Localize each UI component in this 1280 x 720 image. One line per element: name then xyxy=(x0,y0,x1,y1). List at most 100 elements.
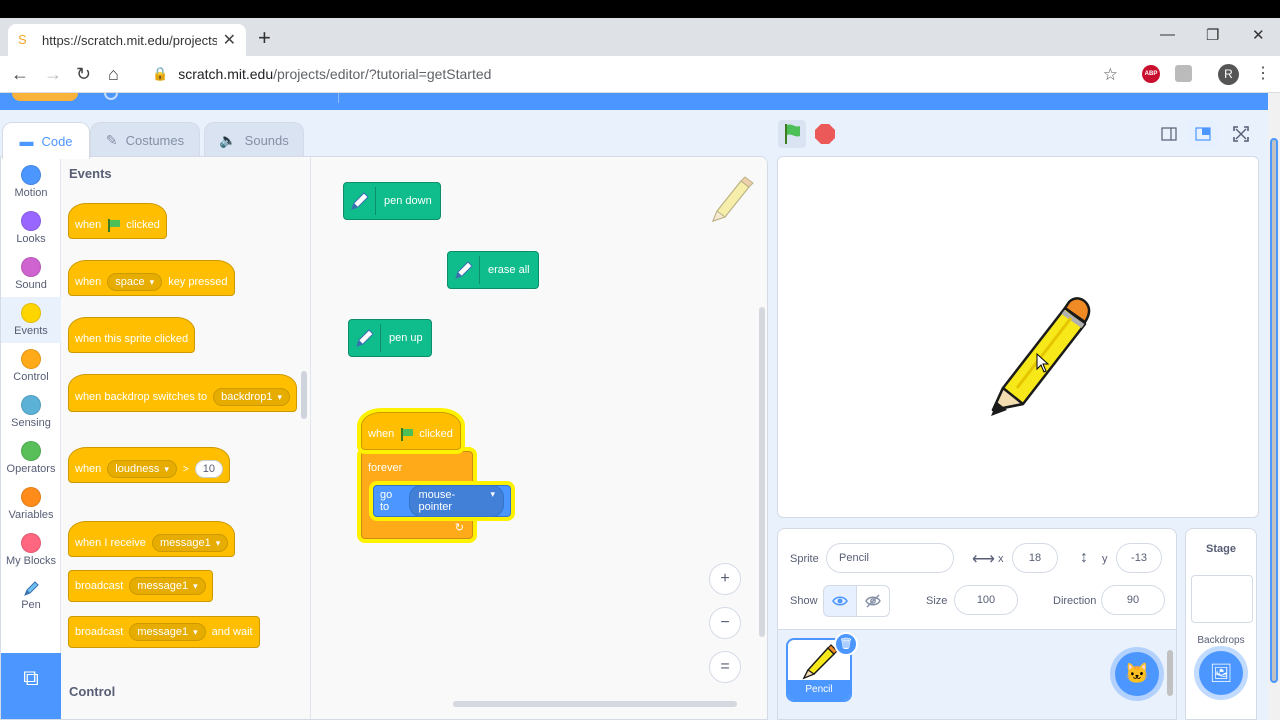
language-globe-icon[interactable] xyxy=(104,93,118,100)
normal-stage-icon xyxy=(1195,127,1211,141)
block-text: when this sprite clicked xyxy=(75,333,189,345)
zoom-reset-button[interactable]: = xyxy=(709,651,741,683)
tab-code-label: Code xyxy=(41,133,73,149)
category-control[interactable]: Control xyxy=(1,343,61,389)
green-flag-button[interactable] xyxy=(778,120,806,148)
sensor-dropdown[interactable]: loudness xyxy=(107,460,177,478)
address-bar[interactable]: 🔒 scratch.mit.edu/projects/editor/?tutor… xyxy=(140,59,1130,89)
y-position-input[interactable]: -13 xyxy=(1116,543,1162,573)
block-text: when backdrop switches to xyxy=(75,391,208,403)
scratch-logo[interactable] xyxy=(12,93,78,101)
cat-add-icon: 🐱 xyxy=(1124,663,1150,685)
block-broadcast[interactable]: broadcast message1 xyxy=(68,570,213,602)
category-motion[interactable]: Motion xyxy=(1,159,61,205)
stage-thumbnail[interactable] xyxy=(1191,575,1253,623)
block-pen-up[interactable]: pen up xyxy=(348,319,432,357)
category-dot xyxy=(21,165,41,185)
category-variables[interactable]: Variables xyxy=(1,481,61,527)
loudness-input[interactable]: 10 xyxy=(194,460,223,478)
size-input[interactable]: 100 xyxy=(954,585,1018,615)
green-flag-icon xyxy=(107,218,121,232)
y-position-icon: ↕ xyxy=(1080,549,1088,566)
profile-avatar[interactable]: R xyxy=(1218,64,1239,85)
minimize-icon[interactable]: — xyxy=(1160,26,1175,43)
tab-costumes[interactable]: ✎ Costumes xyxy=(90,122,200,158)
stage-selector[interactable]: Stage Backdrops 🖼 xyxy=(1185,528,1257,720)
choose-sprite-button[interactable]: 🐱 xyxy=(1115,652,1159,696)
workspace-vertical-scrollbar[interactable] xyxy=(759,307,765,637)
category-label: Operators xyxy=(6,463,56,475)
choose-backdrop-button[interactable]: 🖼 xyxy=(1199,651,1243,695)
block-palette: Events whenclicked whenspacekey pressed … xyxy=(61,157,311,719)
zoom-out-button[interactable]: − xyxy=(709,607,741,639)
go-to-target-dropdown[interactable]: mouse-pointer xyxy=(409,485,504,517)
workspace-horizontal-scrollbar[interactable] xyxy=(453,701,737,707)
palette-scrollbar[interactable] xyxy=(301,371,307,419)
restore-icon[interactable]: ❐ xyxy=(1206,26,1219,44)
category-label: Control xyxy=(13,371,49,383)
back-icon[interactable]: ← xyxy=(11,63,29,85)
show-sprite-button[interactable] xyxy=(823,585,857,617)
script-workspace[interactable]: pen down erase all pen up forever ↻ when… xyxy=(311,157,767,719)
category-my-blocks[interactable]: My Blocks xyxy=(1,527,61,573)
block-when-flag-clicked[interactable]: when clicked xyxy=(68,203,167,239)
block-when-flag-clicked-script[interactable]: when clicked xyxy=(361,412,461,450)
message-dropdown[interactable]: message1 xyxy=(129,577,206,595)
category-sound[interactable]: Sound xyxy=(1,251,61,297)
key-dropdown[interactable]: space xyxy=(107,273,163,291)
stop-button[interactable] xyxy=(815,124,835,144)
home-icon[interactable]: ⌂ xyxy=(108,63,119,85)
normal-stage-button[interactable] xyxy=(1188,120,1218,148)
category-pen[interactable]: Pen xyxy=(1,573,61,619)
tab-sounds[interactable]: 🔈 Sounds xyxy=(204,122,304,158)
message-dropdown[interactable]: message1 xyxy=(151,534,229,552)
block-broadcast-and-wait[interactable]: broadcast message1 and wait xyxy=(68,616,260,648)
block-when-key-pressed[interactable]: when space key pressed xyxy=(68,260,235,296)
block-pen-down[interactable]: pen down xyxy=(343,182,441,220)
tab-code[interactable]: ▬ Code xyxy=(2,122,90,159)
close-window-icon[interactable]: ✕ xyxy=(1252,26,1265,44)
scratch-menu-bar xyxy=(0,93,1268,110)
block-when-sprite-clicked[interactable]: when this sprite clicked xyxy=(68,317,196,353)
block-erase-all[interactable]: erase all xyxy=(447,251,539,289)
hide-sprite-button[interactable] xyxy=(856,585,890,617)
block-when-i-receive[interactable]: when I receive message1 xyxy=(68,521,236,557)
category-sensing[interactable]: Sensing xyxy=(1,389,61,435)
code-icon: ▬ xyxy=(19,133,34,149)
block-text: and wait xyxy=(211,626,253,638)
adblock-extension-icon[interactable]: ABP xyxy=(1142,65,1160,83)
block-text: go to xyxy=(380,489,393,513)
small-stage-button[interactable] xyxy=(1154,120,1184,148)
category-operators[interactable]: Operators xyxy=(1,435,61,481)
page-scrollbar[interactable] xyxy=(1268,93,1280,720)
page-scrollbar-thumb[interactable] xyxy=(1270,138,1278,683)
bookmark-star-icon[interactable]: ☆ xyxy=(1103,65,1118,85)
sprite-name-input[interactable]: Pencil xyxy=(826,543,954,573)
direction-input[interactable]: 90 xyxy=(1101,585,1165,615)
extension-icon[interactable] xyxy=(1175,65,1192,82)
block-when-loudness[interactable]: when loudness >10 xyxy=(68,447,230,483)
zoom-in-button[interactable]: + xyxy=(709,563,741,595)
category-events[interactable]: Events xyxy=(1,297,61,343)
message-dropdown[interactable]: message1 xyxy=(129,623,206,641)
delete-sprite-button[interactable]: 🗑 xyxy=(834,632,858,656)
menu-divider xyxy=(338,93,339,103)
sprite-list-scrollbar[interactable] xyxy=(1166,636,1174,710)
block-go-to[interactable]: go to mouse-pointer xyxy=(373,485,511,517)
category-label: Sensing xyxy=(11,417,51,429)
reload-icon[interactable]: ↻ xyxy=(76,63,91,85)
x-position-input[interactable]: 18 xyxy=(1012,543,1058,573)
close-tab-icon[interactable]: ✕ xyxy=(223,30,236,50)
browser-tab[interactable]: S https://scratch.mit.edu/projects/e ✕ xyxy=(8,24,246,56)
block-when-backdrop-switches[interactable]: when backdrop switches to backdrop1 xyxy=(68,374,297,412)
category-looks[interactable]: Looks xyxy=(1,205,61,251)
add-extension-button[interactable]: ⧉ xyxy=(1,653,61,719)
block-text: broadcast xyxy=(75,580,124,592)
stage-canvas[interactable] xyxy=(777,156,1259,518)
forward-icon[interactable]: → xyxy=(44,63,62,85)
new-tab-button[interactable]: + xyxy=(258,26,271,50)
sprite-list-scrollbar-thumb[interactable] xyxy=(1167,650,1173,696)
backdrop-dropdown[interactable]: backdrop1 xyxy=(213,388,290,406)
fullscreen-button[interactable] xyxy=(1226,120,1256,148)
browser-menu-icon[interactable]: ⋮ xyxy=(1255,63,1271,83)
